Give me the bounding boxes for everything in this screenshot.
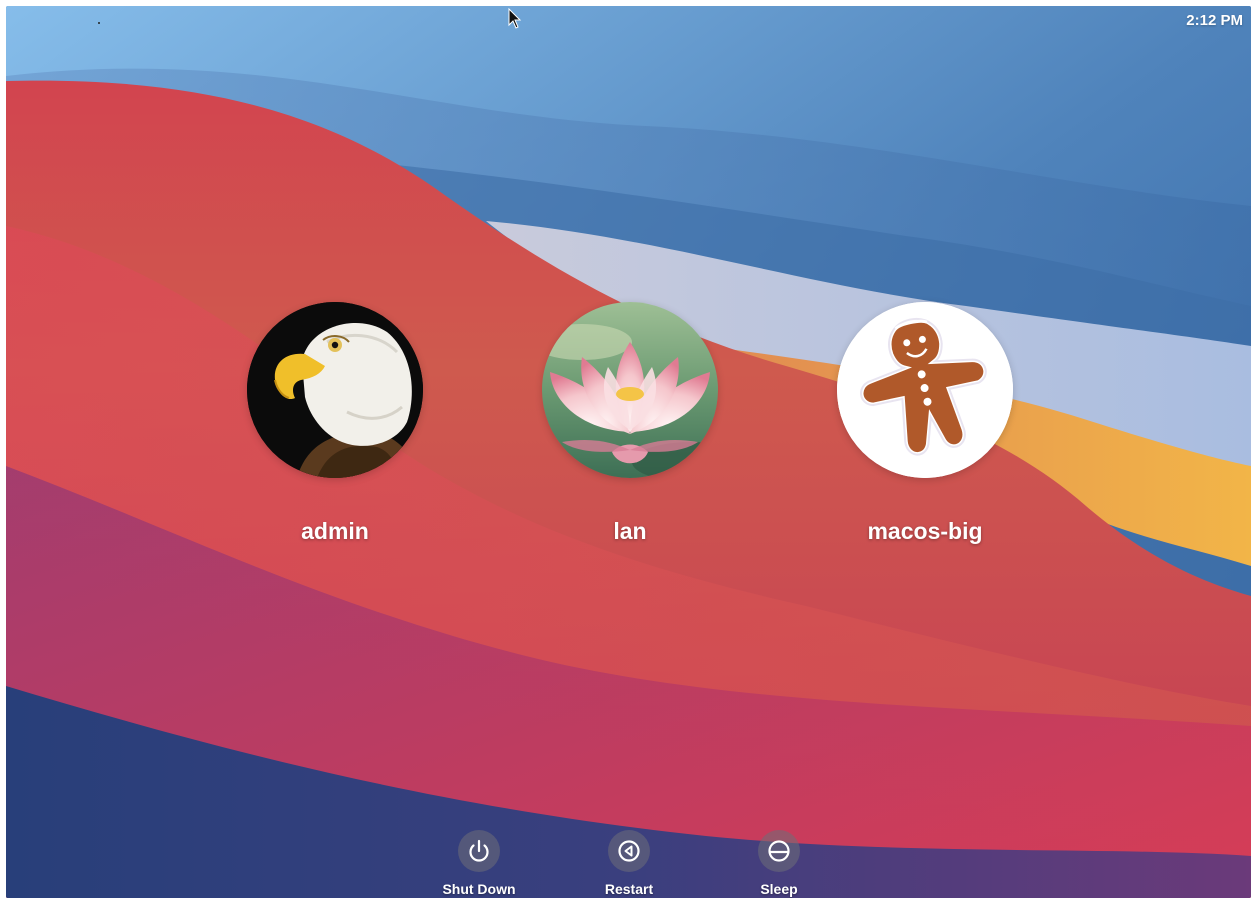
user-admin[interactable]: admin xyxy=(235,302,435,545)
user-name-lan[interactable]: lan xyxy=(530,518,730,545)
restart-icon xyxy=(618,840,640,862)
sleep-icon xyxy=(768,840,790,862)
shutdown-label[interactable]: Shut Down xyxy=(424,881,534,897)
lotus-flower-avatar-icon[interactable] xyxy=(542,302,718,478)
desktop-dot xyxy=(98,22,100,24)
shutdown-control[interactable]: Shut Down xyxy=(424,830,534,897)
restart-label[interactable]: Restart xyxy=(574,881,684,897)
user-lan[interactable]: lan xyxy=(530,302,730,545)
mouse-pointer-icon xyxy=(508,8,522,29)
user-name-macos-big[interactable]: macos-big xyxy=(825,518,1025,545)
sleep-button[interactable] xyxy=(758,830,800,872)
restart-button[interactable] xyxy=(608,830,650,872)
sleep-control[interactable]: Sleep xyxy=(724,830,834,897)
sleep-label[interactable]: Sleep xyxy=(724,881,834,897)
shutdown-button[interactable] xyxy=(458,830,500,872)
eagle-avatar-icon[interactable] xyxy=(247,302,423,478)
user-macos-big[interactable]: macos-big xyxy=(825,302,1025,545)
menubar-clock: 2:12 PM xyxy=(1186,12,1243,29)
power-icon xyxy=(469,839,489,862)
restart-control[interactable]: Restart xyxy=(574,830,684,897)
login-screen: 2:12 PM admin lan macos-big Shut Down Re… xyxy=(6,6,1251,898)
user-name-admin[interactable]: admin xyxy=(235,518,435,545)
gingerbread-man-avatar-icon[interactable] xyxy=(837,302,1013,478)
